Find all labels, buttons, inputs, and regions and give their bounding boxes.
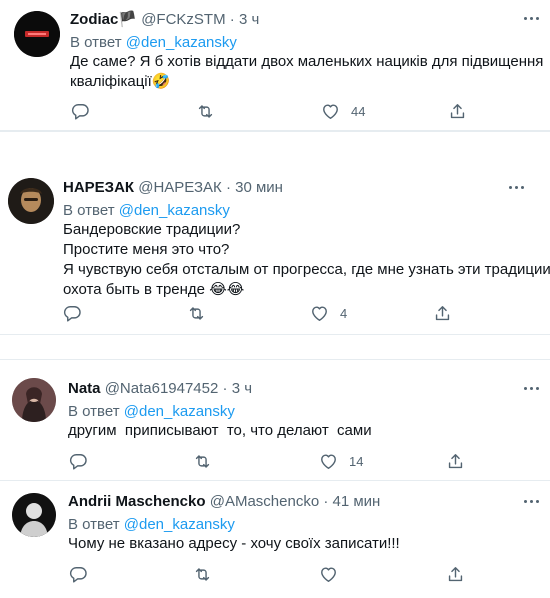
tweet-header: НАРЕЗАК @НАРЕЗАК · 30 мин (63, 179, 283, 196)
reply-button[interactable] (63, 304, 82, 323)
reply-context: В ответ @den_kazansky (63, 202, 230, 220)
like-count: 4 (340, 306, 348, 321)
tweet-1[interactable]: Zodiac🏴 @FCKzSTM · 3 ч В ответ @den_kaza… (0, 0, 550, 131)
display-name[interactable]: НАРЕЗАК (63, 179, 134, 196)
reply-icon (63, 306, 81, 322)
retweet-button[interactable] (193, 452, 212, 471)
avatar[interactable] (12, 378, 56, 422)
user-handle[interactable]: @НАРЕЗАК (138, 179, 222, 196)
like-button[interactable]: 14 (319, 452, 363, 471)
more-options-button[interactable] (505, 178, 527, 196)
tweet-text: Бандеровские традиции? Простите меня это… (63, 220, 550, 300)
share-icon (450, 104, 465, 119)
tweet-text-line: Де саме? Я б хотів віддати двох маленьки… (70, 53, 544, 70)
retweet-icon (198, 105, 213, 118)
timestamp[interactable]: 3 ч (232, 380, 252, 397)
heart-icon (321, 454, 336, 469)
reply-to-handle[interactable]: @den_kazansky (124, 516, 235, 533)
reply-to-handle[interactable]: @den_kazansky (124, 403, 235, 420)
heart-icon (312, 306, 327, 321)
retweet-button[interactable] (196, 102, 215, 121)
display-name[interactable]: Nata (68, 380, 101, 397)
timestamp[interactable]: 41 мин (333, 493, 381, 510)
reply-context: В ответ @den_kazansky (68, 403, 235, 421)
tweet-text-line: Простите меня это что? (63, 241, 230, 258)
share-button[interactable] (446, 452, 465, 471)
timestamp[interactable]: 30 мин (235, 179, 283, 196)
reply-button[interactable] (69, 565, 88, 584)
tweet-text-line: охота быть в тренде 😂😂 (63, 281, 245, 298)
reply-icon (71, 104, 89, 120)
tweet-text: Де саме? Я б хотів віддати двох маленьки… (70, 52, 544, 92)
retweet-icon (195, 568, 210, 581)
share-button[interactable] (448, 102, 467, 121)
more-options-button[interactable] (520, 379, 542, 397)
share-icon (435, 306, 450, 321)
user-handle[interactable]: @AMaschencko (210, 493, 319, 510)
reply-to-handle[interactable]: @den_kazansky (126, 34, 237, 51)
tweet-4[interactable]: Andrii Maschencko @AMaschencko · 41 мин … (0, 481, 550, 598)
tweet-text: другим приписывают то, что делают сами (68, 421, 538, 441)
share-button[interactable] (433, 304, 452, 323)
reply-prefix: В ответ (68, 403, 120, 420)
reply-context: В ответ @den_kazansky (70, 34, 237, 52)
share-icon (448, 454, 463, 469)
tweet-text-line: кваліфікації🤣 (70, 73, 171, 90)
more-options-button[interactable] (520, 492, 542, 510)
tweet-header: Zodiac🏴 @FCKzSTM · 3 ч (70, 11, 260, 28)
avatar[interactable] (12, 493, 56, 537)
like-button[interactable]: 4 (310, 304, 347, 323)
tweet-text-line: Бандеровские традиции? (63, 221, 241, 238)
display-name[interactable]: Andrii Maschencko (68, 493, 206, 510)
reply-prefix: В ответ (70, 34, 122, 51)
tweet-3[interactable]: Nata @Nata61947452 · 3 ч В ответ @den_ka… (0, 359, 550, 481)
share-button[interactable] (446, 565, 465, 584)
tweet-text-line: Чому не вказано адресу - хочу своїх запи… (68, 535, 400, 552)
heart-icon (321, 567, 336, 582)
like-button[interactable]: 44 (321, 102, 365, 121)
retweet-icon (195, 455, 210, 468)
reply-prefix: В ответ (68, 516, 120, 533)
like-count: 44 (351, 104, 366, 119)
heart-icon (323, 104, 338, 119)
reply-icon (69, 454, 87, 470)
tweet-text-line: Я чувствую себя отсталым от прогресса, г… (63, 261, 550, 278)
display-name[interactable]: Zodiac🏴 (70, 11, 137, 28)
retweet-button[interactable] (187, 304, 206, 323)
like-count: 14 (349, 454, 364, 469)
tweet-2-body[interactable]: НАРЕЗАК @НАРЕЗАК · 30 мин В ответ @den_k… (0, 165, 550, 335)
share-icon (448, 567, 463, 582)
timestamp[interactable]: 3 ч (239, 11, 259, 28)
user-handle[interactable]: @FCKzSTM (141, 11, 225, 28)
tweet-header: Andrii Maschencko @AMaschencko · 41 мин (68, 493, 381, 510)
reply-icon (69, 567, 87, 583)
tweet-header: Nata @Nata61947452 · 3 ч (68, 380, 253, 397)
reply-button[interactable] (69, 452, 88, 471)
avatar[interactable] (14, 11, 60, 57)
like-button[interactable] (319, 565, 338, 584)
avatar[interactable] (8, 178, 54, 224)
reply-prefix: В ответ (63, 202, 115, 219)
reply-context: В ответ @den_kazansky (68, 516, 235, 534)
retweet-button[interactable] (193, 565, 212, 584)
reply-to-handle[interactable]: @den_kazansky (119, 202, 230, 219)
tweet-text-line: другим приписывают то, что делают сами (68, 422, 372, 439)
retweet-icon (189, 307, 204, 320)
more-options-button[interactable] (520, 9, 542, 27)
tweet-text: Чому не вказано адресу - хочу своїх запи… (68, 534, 538, 554)
user-handle[interactable]: @Nata61947452 (105, 380, 219, 397)
reply-button[interactable] (71, 102, 90, 121)
